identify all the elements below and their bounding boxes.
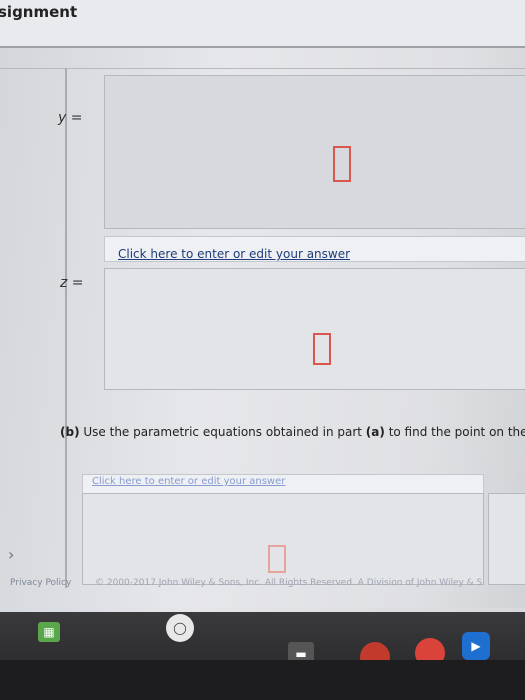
part-b-instructions: (b) Use the parametric equations obtaine…	[60, 425, 525, 439]
part-b-side-panel	[488, 493, 525, 585]
z-label: z =	[60, 275, 84, 291]
part-b-text-1: Use the parametric equations obtained in…	[79, 425, 366, 439]
chevron-right-icon[interactable]: ›	[8, 545, 14, 564]
play-icon[interactable]: ▶	[462, 632, 490, 660]
screen: signment y = Click here to enter or edit…	[0, 0, 525, 700]
y-label: y =	[58, 110, 83, 126]
y-answer-area[interactable]	[104, 75, 525, 229]
part-b-reference: (a)	[365, 425, 385, 439]
part-b-text-2: to find the point on the lin	[388, 425, 525, 439]
left-gutter-line	[65, 68, 67, 588]
title-bar: signment	[0, 0, 525, 46]
circle-app-icon[interactable]: ◯	[166, 614, 194, 642]
privacy-link[interactable]: Privacy Policy	[10, 578, 71, 588]
bezel	[0, 660, 525, 700]
z-answer-area[interactable]	[104, 268, 525, 390]
copyright-text: © 2000-2017 John Wiley & Sons, Inc. All …	[95, 578, 483, 588]
part-b-answer-placeholder[interactable]	[268, 545, 286, 573]
edit-answer-link-2[interactable]: Click here to enter or edit your answer	[92, 476, 285, 487]
page-title: signment	[0, 3, 78, 21]
edit-answer-link-1[interactable]: Click here to enter or edit your answer	[118, 247, 350, 261]
part-b-prefix: (b)	[60, 425, 80, 439]
y-answer-placeholder[interactable]	[333, 146, 351, 182]
row-divider	[0, 68, 525, 69]
z-answer-placeholder[interactable]	[313, 333, 331, 365]
app-launcher-icon[interactable]: ▦	[38, 622, 60, 642]
